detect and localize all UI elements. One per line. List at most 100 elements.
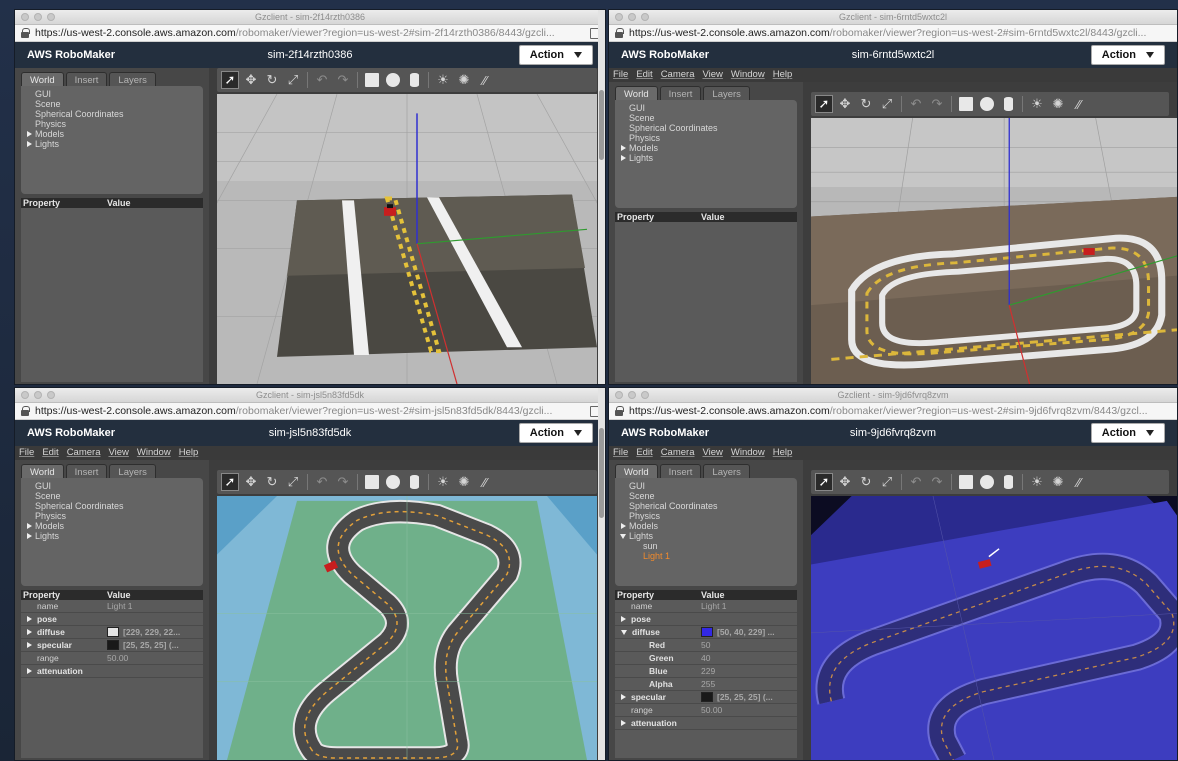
- sphere-icon[interactable]: [384, 473, 402, 491]
- scale-icon[interactable]: ⤢: [878, 95, 896, 113]
- tree-item-gui[interactable]: GUI: [619, 481, 793, 491]
- 3d-viewport[interactable]: [811, 496, 1177, 760]
- url-text[interactable]: https://us-west-2.console.aws.amazon.com…: [35, 27, 584, 39]
- select-arrow-icon[interactable]: ➚: [221, 473, 239, 491]
- tree-item-models[interactable]: Models: [25, 129, 199, 139]
- 3d-viewport[interactable]: [217, 94, 597, 384]
- tree-item-models[interactable]: Models: [619, 143, 793, 153]
- select-arrow-icon[interactable]: ➚: [221, 71, 239, 89]
- menu-file[interactable]: File: [613, 68, 628, 82]
- menu-window[interactable]: Window: [731, 446, 765, 460]
- tree-item-gui[interactable]: GUI: [25, 481, 199, 491]
- tree-item-models[interactable]: Models: [25, 521, 199, 531]
- tree-item-spherical[interactable]: Spherical Coordinates: [619, 123, 793, 133]
- redo-icon[interactable]: ↷: [334, 71, 352, 89]
- tree-item-scene[interactable]: Scene: [25, 99, 199, 109]
- scale-icon[interactable]: ⤢: [284, 473, 302, 491]
- prop-row-green[interactable]: Green 40: [615, 652, 797, 665]
- tree-item-spherical[interactable]: Spherical Coordinates: [25, 501, 199, 511]
- directional-light-icon[interactable]: ⁄⁄: [1070, 95, 1088, 113]
- cylinder-icon[interactable]: [405, 71, 423, 89]
- spot-light-icon[interactable]: ✺: [1049, 473, 1067, 491]
- window-controls[interactable]: [21, 13, 55, 21]
- action-button[interactable]: Action: [518, 45, 593, 65]
- tree-item-scene[interactable]: Scene: [619, 491, 793, 501]
- rotate-icon[interactable]: ↻: [263, 473, 281, 491]
- tree-item-light-1[interactable]: Light 1: [619, 551, 793, 561]
- rotate-icon[interactable]: ↻: [263, 71, 281, 89]
- spot-light-icon[interactable]: ✺: [455, 473, 473, 491]
- action-button[interactable]: Action: [518, 423, 593, 443]
- tree-item-lights[interactable]: Lights: [25, 531, 199, 541]
- menu-file[interactable]: File: [613, 446, 628, 460]
- prop-row-range[interactable]: range 50.00: [615, 704, 797, 717]
- point-light-icon[interactable]: ☀: [434, 71, 452, 89]
- window-controls[interactable]: [615, 13, 649, 21]
- menu-file[interactable]: File: [19, 446, 34, 460]
- page-scrollbar[interactable]: [598, 10, 605, 384]
- menu-window[interactable]: Window: [137, 446, 171, 460]
- url-text[interactable]: https://us-west-2.console.aws.amazon.com…: [35, 405, 584, 417]
- spot-light-icon[interactable]: ✺: [455, 71, 473, 89]
- translate-icon[interactable]: ✥: [836, 95, 854, 113]
- menu-help[interactable]: Help: [179, 446, 199, 460]
- prop-row-attenuation[interactable]: attenuation: [21, 665, 203, 678]
- tree-item-scene[interactable]: Scene: [25, 491, 199, 501]
- select-arrow-icon[interactable]: ➚: [815, 473, 833, 491]
- cylinder-icon[interactable]: [405, 473, 423, 491]
- page-scrollbar[interactable]: [598, 388, 605, 760]
- menu-view[interactable]: View: [108, 446, 128, 460]
- window-controls[interactable]: [615, 391, 649, 399]
- prop-row-red[interactable]: Red 50: [615, 639, 797, 652]
- redo-icon[interactable]: ↷: [928, 473, 946, 491]
- tree-item-models[interactable]: Models: [619, 521, 793, 531]
- window-controls[interactable]: [21, 391, 55, 399]
- translate-icon[interactable]: ✥: [836, 473, 854, 491]
- select-arrow-icon[interactable]: ➚: [815, 95, 833, 113]
- 3d-viewport[interactable]: [217, 496, 597, 760]
- sphere-icon[interactable]: [978, 95, 996, 113]
- box-icon[interactable]: [363, 473, 381, 491]
- tree-item-physics[interactable]: Physics: [25, 119, 199, 129]
- menu-help[interactable]: Help: [773, 68, 793, 82]
- rotate-icon[interactable]: ↻: [857, 473, 875, 491]
- prop-row-specular[interactable]: specular [25, 25, 25] (...: [615, 691, 797, 704]
- tree-item-physics[interactable]: Physics: [619, 133, 793, 143]
- prop-row-range[interactable]: range 50.00: [21, 652, 203, 665]
- prop-row-specular[interactable]: specular [25, 25, 25] (...: [21, 639, 203, 652]
- tree-item-physics[interactable]: Physics: [619, 511, 793, 521]
- box-icon[interactable]: [363, 71, 381, 89]
- undo-icon[interactable]: ↶: [313, 71, 331, 89]
- undo-icon[interactable]: ↶: [907, 95, 925, 113]
- tree-item-gui[interactable]: GUI: [25, 89, 199, 99]
- prop-row-attenuation[interactable]: attenuation: [615, 717, 797, 730]
- menu-edit[interactable]: Edit: [636, 446, 652, 460]
- undo-icon[interactable]: ↶: [313, 473, 331, 491]
- prop-row-alpha[interactable]: Alpha 255: [615, 678, 797, 691]
- tree-item-spherical[interactable]: Spherical Coordinates: [619, 501, 793, 511]
- prop-row-pose[interactable]: pose: [21, 613, 203, 626]
- menu-window[interactable]: Window: [731, 68, 765, 82]
- tree-item-gui[interactable]: GUI: [619, 103, 793, 113]
- menu-view[interactable]: View: [702, 68, 722, 82]
- translate-icon[interactable]: ✥: [242, 473, 260, 491]
- tree-item-scene[interactable]: Scene: [619, 113, 793, 123]
- cylinder-icon[interactable]: [999, 95, 1017, 113]
- point-light-icon[interactable]: ☀: [1028, 95, 1046, 113]
- menu-camera[interactable]: Camera: [661, 446, 695, 460]
- sphere-icon[interactable]: [384, 71, 402, 89]
- box-icon[interactable]: [957, 473, 975, 491]
- tree-item-lights[interactable]: Lights: [619, 531, 793, 541]
- address-bar[interactable]: https://us-west-2.console.aws.amazon.com…: [15, 403, 605, 420]
- prop-row-diffuse[interactable]: diffuse [50, 40, 229] ...: [615, 626, 797, 639]
- redo-icon[interactable]: ↷: [928, 95, 946, 113]
- directional-light-icon[interactable]: ⁄⁄: [476, 71, 494, 89]
- menu-edit[interactable]: Edit: [636, 68, 652, 82]
- 3d-viewport[interactable]: [811, 118, 1177, 384]
- url-text[interactable]: https://us-west-2.console.aws.amazon.com…: [629, 405, 1171, 417]
- tree-item-physics[interactable]: Physics: [25, 511, 199, 521]
- prop-row-name[interactable]: name Light 1: [21, 600, 203, 613]
- prop-row-name[interactable]: name Light 1: [615, 600, 797, 613]
- translate-icon[interactable]: ✥: [242, 71, 260, 89]
- tree-item-sun[interactable]: sun: [619, 541, 793, 551]
